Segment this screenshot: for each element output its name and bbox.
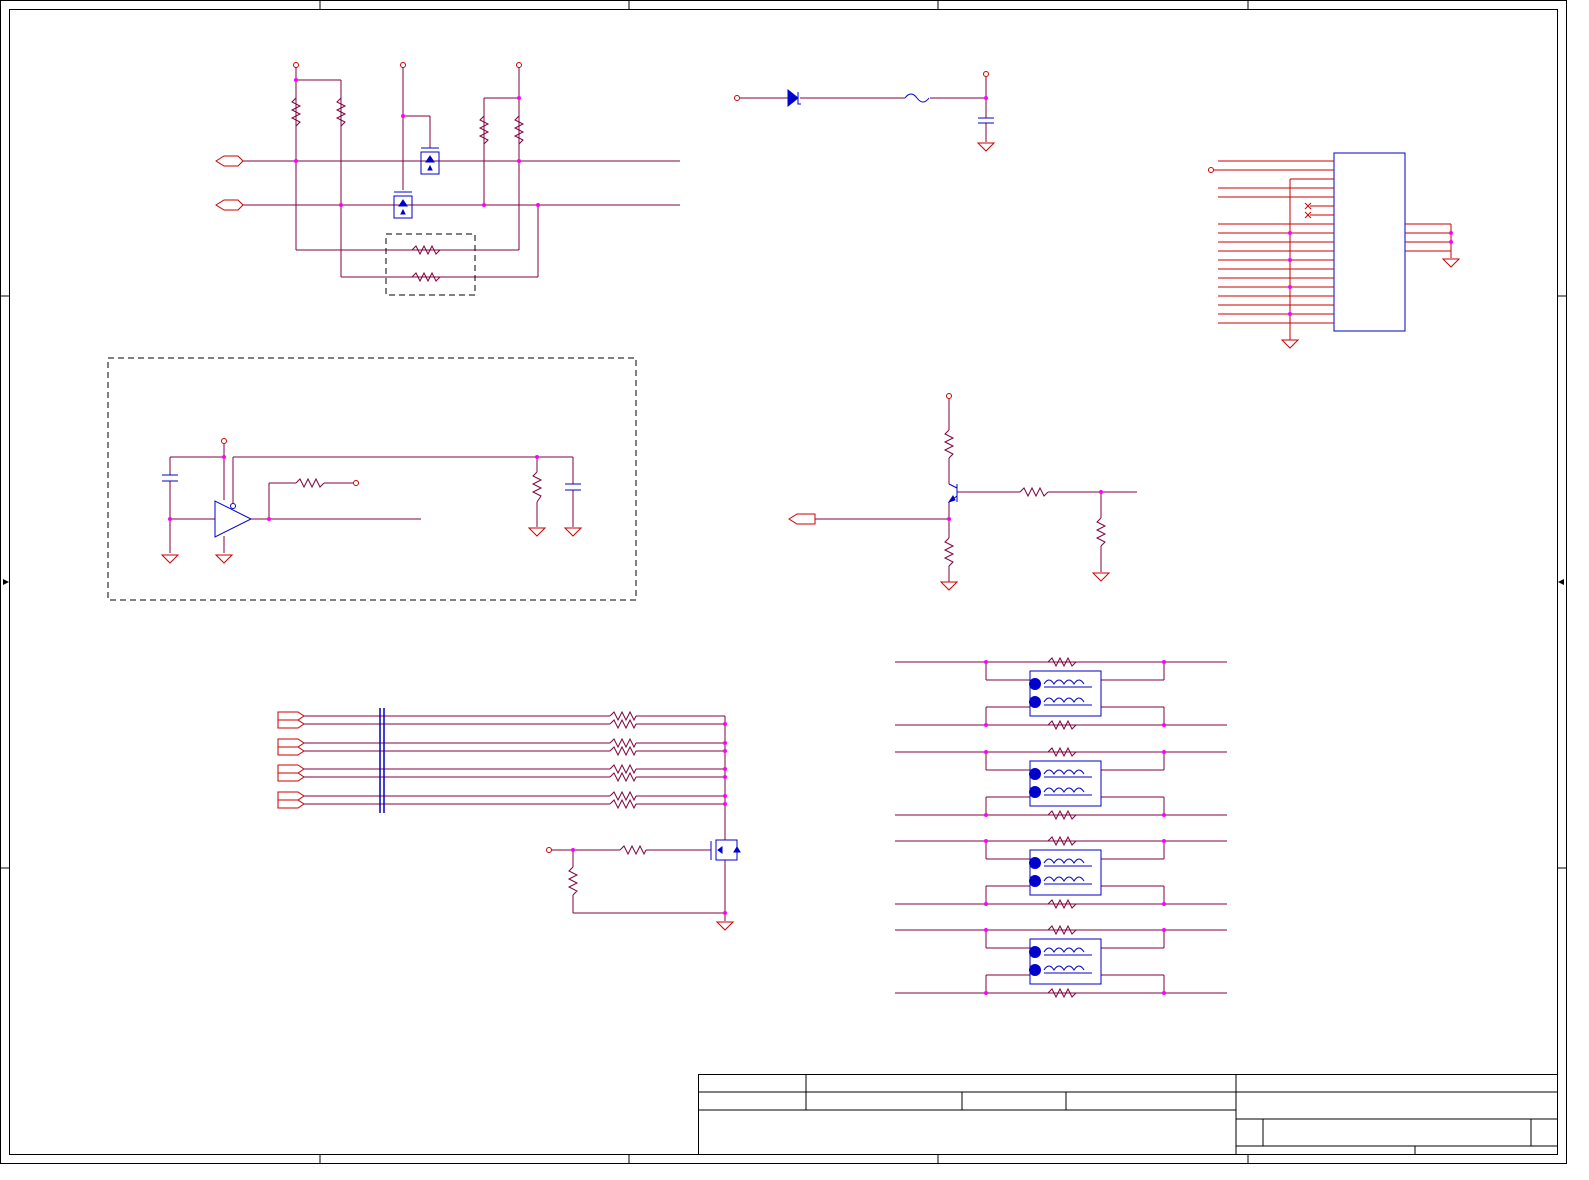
junction-dot [1162, 750, 1166, 754]
junction-dot [1162, 660, 1166, 664]
connector-ports [277, 711, 305, 809]
junction-dot [984, 813, 988, 817]
choke-body [1029, 938, 1102, 985]
fuse-symbol [904, 93, 930, 103]
junction-dot [984, 660, 988, 664]
resistors [290, 97, 525, 283]
section-connector [1208, 152, 1461, 349]
section-diode-fuse [734, 71, 996, 152]
choke-dot [1029, 875, 1041, 887]
choke-dot [1029, 678, 1041, 690]
sheet-frame [0, 0, 1567, 1164]
junction-dot [1162, 928, 1166, 932]
title-block [698, 1074, 1558, 1155]
junction-dot [1162, 723, 1166, 727]
capacitor [978, 117, 994, 124]
choke-dot [1029, 768, 1041, 780]
junction-dot [984, 902, 988, 906]
choke-dot [1029, 696, 1041, 708]
zener-diode [787, 88, 801, 108]
mosfet-symbols [393, 147, 440, 219]
section-coupled-lines [277, 708, 741, 931]
choke-dot [1029, 857, 1041, 869]
junction-dot [1162, 991, 1166, 995]
choke-body [1029, 849, 1102, 896]
junction-dot [984, 750, 988, 754]
junction-dot [1162, 813, 1166, 817]
ground-symbol [976, 142, 996, 152]
junction-dot [984, 723, 988, 727]
junction-dot [1162, 839, 1166, 843]
junctions [294, 78, 540, 207]
junction-dot [984, 839, 988, 843]
junction-dot [984, 928, 988, 932]
no-connect-marks [1304, 202, 1312, 219]
choke-body [1029, 760, 1102, 807]
schematic-sheet [0, 0, 1567, 1164]
choke-body [1029, 670, 1102, 717]
section-cm-chokes [895, 656, 1227, 999]
junction-dot [984, 991, 988, 995]
input-port-arrows [215, 155, 244, 211]
junction-dot [1162, 902, 1166, 906]
mosfet-symbol [710, 839, 741, 861]
section-opamp-group [107, 357, 637, 601]
power-port-circles [293, 62, 522, 68]
center-marker-arrows [3, 579, 1564, 585]
dashed-resistor-group [385, 233, 476, 296]
bjt-symbol [947, 483, 958, 503]
choke-dot [1029, 946, 1041, 958]
choke-dot [1029, 786, 1041, 798]
wires [243, 67, 680, 278]
section-bjt [788, 393, 1137, 591]
section-level-shifter [215, 62, 680, 296]
choke-dot [1029, 964, 1041, 976]
